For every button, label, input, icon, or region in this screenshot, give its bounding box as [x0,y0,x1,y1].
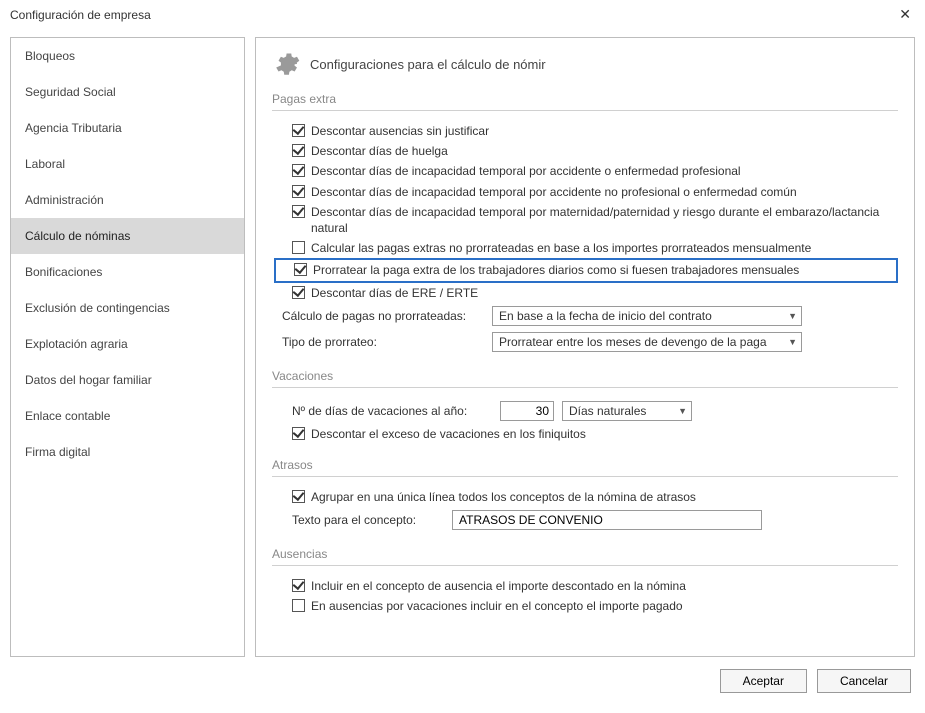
sidebar-item-6[interactable]: Bonificaciones [11,254,244,290]
section-pagas-extra: Pagas extra [272,92,898,111]
pagas-check-row-3: Descontar días de incapacidad temporal p… [272,182,898,202]
pagas-check-label-2: Descontar días de incapacidad temporal p… [311,163,741,179]
close-icon[interactable]: ✕ [895,6,915,23]
sidebar-item-2[interactable]: Agencia Tributaria [11,110,244,146]
ausencias-incluir-label: Incluir en el concepto de ausencia el im… [311,578,686,594]
sidebar: BloqueosSeguridad SocialAgencia Tributar… [10,37,245,657]
pagas-checkbox-7[interactable] [292,286,305,299]
section-atrasos: Atrasos [272,458,898,477]
sidebar-item-4[interactable]: Administración [11,182,244,218]
pagas-check-row-5: Calcular las pagas extras no prorrateada… [272,238,898,258]
calc-pagas-label: Cálculo de pagas no prorrateadas: [282,309,482,323]
atrasos-agrupar-label: Agrupar en una única línea todos los con… [311,489,696,505]
pagas-check-row-4: Descontar días de incapacidad temporal p… [272,202,898,238]
ausencias-vacaciones-checkbox[interactable] [292,599,305,612]
sidebar-item-10[interactable]: Enlace contable [11,398,244,434]
pagas-check-label-5: Calcular las pagas extras no prorrateada… [311,240,811,256]
pagas-checkbox-3[interactable] [292,185,305,198]
vac-dias-unit-select[interactable]: Días naturales ▼ [562,401,692,421]
atrasos-texto-label: Texto para el concepto: [292,513,442,527]
pagas-checkbox-1[interactable] [292,144,305,157]
atrasos-agrupar-checkbox[interactable] [292,490,305,503]
vac-dias-label: Nº de días de vacaciones al año: [292,404,492,418]
tipo-prorrateo-select[interactable]: Prorratear entre los meses de devengo de… [492,332,802,352]
chevron-down-icon: ▼ [678,406,687,416]
pagas-check-row-0: Descontar ausencias sin justificar [272,121,898,141]
pagas-check-label-4: Descontar días de incapacidad temporal p… [311,204,898,236]
sidebar-item-1[interactable]: Seguridad Social [11,74,244,110]
sidebar-item-11[interactable]: Firma digital [11,434,244,470]
pagas-check-row-1: Descontar días de huelga [272,141,898,161]
pagas-check-label-3: Descontar días de incapacidad temporal p… [311,184,797,200]
pagas-check-row-6: Prorratear la paga extra de los trabajad… [274,258,898,282]
chevron-down-icon: ▼ [788,337,797,347]
gear-icon [272,50,300,78]
sidebar-item-5[interactable]: Cálculo de nóminas [11,218,244,254]
pagas-check-label-0: Descontar ausencias sin justificar [311,123,489,139]
main-panel: Configuraciones para el cálculo de nómir… [255,37,915,657]
vac-dias-input[interactable] [500,401,554,421]
titlebar: Configuración de empresa ✕ [0,0,925,29]
section-ausencias: Ausencias [272,547,898,566]
sidebar-item-8[interactable]: Explotación agraria [11,326,244,362]
page-title: Configuraciones para el cálculo de nómir [310,57,546,72]
cancel-button[interactable]: Cancelar [817,669,911,693]
pagas-check-label-7: Descontar días de ERE / ERTE [311,285,478,301]
window-title: Configuración de empresa [10,8,151,22]
sidebar-item-7[interactable]: Exclusión de contingencias [11,290,244,326]
pagas-checkbox-2[interactable] [292,164,305,177]
calc-pagas-select[interactable]: En base a la fecha de inicio del contrat… [492,306,802,326]
vac-descontar-checkbox[interactable] [292,427,305,440]
sidebar-item-0[interactable]: Bloqueos [11,38,244,74]
pagas-checkbox-0[interactable] [292,124,305,137]
ausencias-vacaciones-label: En ausencias por vacaciones incluir en e… [311,598,683,614]
atrasos-texto-input[interactable] [452,510,762,530]
pagas-check-row-2: Descontar días de incapacidad temporal p… [272,161,898,181]
sidebar-item-9[interactable]: Datos del hogar familiar [11,362,244,398]
ausencias-incluir-checkbox[interactable] [292,579,305,592]
pagas-check-label-1: Descontar días de huelga [311,143,448,159]
footer: Aceptar Cancelar [0,661,925,701]
sidebar-item-3[interactable]: Laboral [11,146,244,182]
pagas-checkbox-4[interactable] [292,205,305,218]
tipo-prorrateo-label: Tipo de prorrateo: [282,335,482,349]
accept-button[interactable]: Aceptar [720,669,807,693]
pagas-checkbox-6[interactable] [294,263,307,276]
chevron-down-icon: ▼ [788,311,797,321]
pagas-check-row-7: Descontar días de ERE / ERTE [272,283,898,303]
section-vacaciones: Vacaciones [272,369,898,388]
vac-descontar-label: Descontar el exceso de vacaciones en los… [311,426,586,442]
pagas-check-label-6: Prorratear la paga extra de los trabajad… [313,262,799,278]
pagas-checkbox-5[interactable] [292,241,305,254]
